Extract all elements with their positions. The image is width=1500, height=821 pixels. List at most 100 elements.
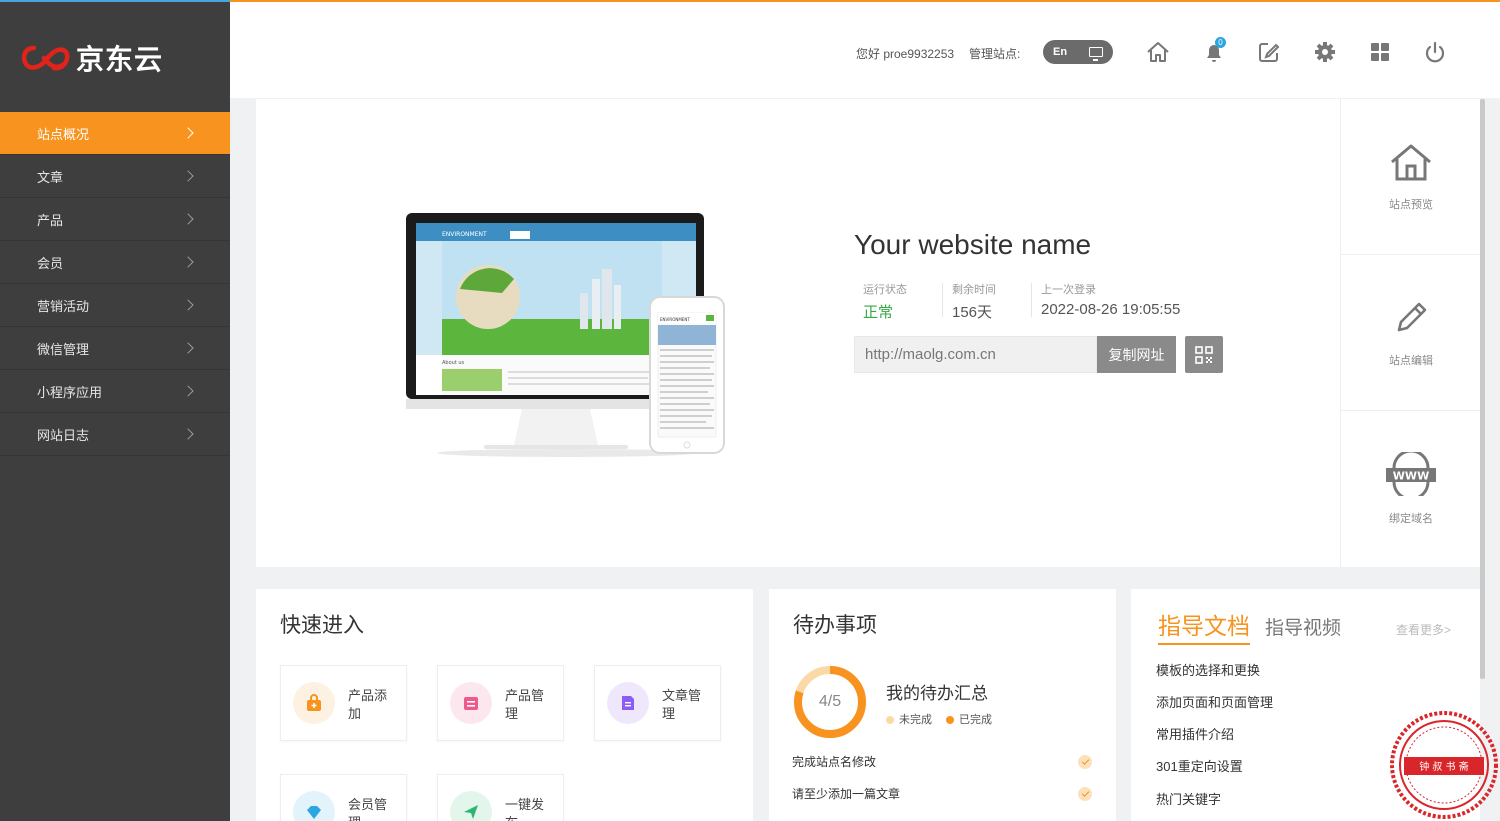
guide-doc-link[interactable]: 常用插件介绍 <box>1156 724 1234 743</box>
stat-label: 运行状态 <box>863 284 907 296</box>
quick-tile-add-product[interactable]: 产品添加 <box>280 665 407 741</box>
copy-url-button[interactable]: 复制网址 <box>1097 336 1176 373</box>
chevron-right-icon <box>182 299 194 311</box>
todo-summary-title: 我的待办汇总 <box>886 684 988 703</box>
grid-icon[interactable] <box>1367 39 1393 65</box>
device-mockup-image: ENVIRONMENT About us ENVIRONMENT <box>406 213 725 457</box>
chevron-right-icon <box>182 213 194 225</box>
notification-button[interactable]: 0 <box>1201 37 1227 65</box>
stat-divider <box>1031 283 1032 317</box>
chevron-right-icon <box>182 385 194 397</box>
legend-label: 未完成 <box>899 714 932 726</box>
sidebar-item-label: 站点概况 <box>37 126 90 142</box>
www-icon: WWW <box>1386 452 1436 496</box>
quick-tile-publish[interactable]: 一键发布 <box>437 774 564 821</box>
jdcloud-logo-icon <box>21 45 70 71</box>
sidebar-item-members[interactable]: 会员 <box>0 241 230 284</box>
sidebar-item-label: 网站日志 <box>37 427 90 443</box>
quick-tile-manage-member[interactable]: 会员管理 <box>280 774 407 821</box>
stat-divider <box>942 283 943 317</box>
check-icon <box>1078 786 1092 801</box>
site-name: Your website name <box>854 229 1092 260</box>
tab-guide-docs[interactable]: 指导文档 <box>1158 607 1250 645</box>
quick-entry-title: 快速进入 <box>280 614 364 637</box>
todo-task-item[interactable]: 请至少添加一篇文章 <box>792 785 1092 802</box>
monitor-brand: ENVIRONMENT <box>442 231 487 238</box>
guide-doc-link[interactable]: 模板的选择和更换 <box>1156 660 1260 679</box>
site-url-field[interactable]: http://maolg.com.cn <box>854 336 1097 373</box>
sidebar-nav: 站点概况 文章 产品 会员 营销活动 微信管理 小程序应用 网站日志 <box>0 112 230 456</box>
task-label: 请至少添加一篇文章 <box>792 787 901 801</box>
todo-title: 待办事项 <box>793 614 877 637</box>
power-icon[interactable] <box>1422 39 1448 65</box>
stat-status: 运行状态 正常 <box>863 281 907 322</box>
svg-text:WWW: WWW <box>1393 470 1429 483</box>
chevron-right-icon <box>182 256 194 268</box>
stat-last-login: 上一次登录 2022-08-26 19:05:55 <box>1041 281 1180 318</box>
guide-doc-link[interactable]: 热门关键字 <box>1156 789 1221 808</box>
stat-label: 上一次登录 <box>1041 284 1096 296</box>
guide-doc-link[interactable]: 301重定向设置 <box>1156 756 1243 775</box>
doc-icon <box>607 682 649 724</box>
tab-guide-videos[interactable]: 指导视频 <box>1265 613 1341 640</box>
sidebar: 京东云 站点概况 文章 产品 会员 营销活动 微信管理 小程序应用 网站日志 <box>0 0 230 821</box>
see-more-link[interactable]: 查看更多> <box>1396 621 1451 638</box>
house-icon <box>1391 144 1431 180</box>
site-actions-panel: 站点预览 站点编辑 WWW 绑定域名 <box>1340 99 1481 567</box>
quick-entry-card: 快速进入 产品添加 产品管理 文章管理 会员管理 一键发布 <box>256 589 753 821</box>
guide-doc-link[interactable]: 添加页面和页面管理 <box>1156 692 1273 711</box>
site-edit-label: 站点编辑 <box>1389 354 1433 367</box>
qrcode-button[interactable] <box>1185 336 1223 373</box>
page-scrollbar[interactable] <box>1480 99 1485 679</box>
notification-badge: 0 <box>1215 37 1226 48</box>
language-toggle[interactable]: En <box>1043 40 1113 64</box>
chevron-right-icon <box>182 127 194 139</box>
legend-label: 已完成 <box>959 714 992 726</box>
sidebar-item-label: 营销活动 <box>37 298 90 314</box>
site-overview-card: ENVIRONMENT About us ENVIRONMENT Your we… <box>256 99 1340 567</box>
sidebar-item-label: 微信管理 <box>37 341 90 357</box>
top-header: 您好 proe9932253 管理站点: En 0 <box>230 0 1500 98</box>
chevron-right-icon <box>182 428 194 440</box>
stat-value: 2022-08-26 19:05:55 <box>1041 301 1181 318</box>
sidebar-item-label: 文章 <box>37 169 64 185</box>
legend-dot <box>946 716 954 725</box>
stat-label: 剩余时间 <box>952 284 996 296</box>
task-label: 完成站点名修改 <box>792 755 877 769</box>
brand-logo[interactable]: 京东云 <box>20 38 163 78</box>
chevron-right-icon <box>182 342 194 354</box>
sidebar-item-label: 产品 <box>37 212 64 228</box>
sidebar-item-miniprogram[interactable]: 小程序应用 <box>0 370 230 413</box>
bag-icon <box>293 682 335 724</box>
sidebar-item-overview[interactable]: 站点概况 <box>0 112 230 155</box>
sidebar-item-articles[interactable]: 文章 <box>0 155 230 198</box>
bind-domain-button[interactable]: WWW 绑定域名 <box>1341 411 1481 567</box>
site-edit-button[interactable]: 站点编辑 <box>1341 255 1481 411</box>
stat-remaining: 剩余时间 156天 <box>952 281 996 322</box>
chevron-right-icon <box>182 170 194 182</box>
check-icon <box>1078 754 1092 769</box>
sidebar-item-label: 小程序应用 <box>37 384 103 400</box>
sidebar-item-products[interactable]: 产品 <box>0 198 230 241</box>
gear-icon[interactable] <box>1312 39 1338 65</box>
sidebar-item-logs[interactable]: 网站日志 <box>0 413 230 456</box>
home-icon[interactable] <box>1145 39 1171 65</box>
stat-value: 156天 <box>952 304 993 321</box>
seal-text: 钟 叔 书 斋 <box>1419 760 1469 773</box>
quick-tile-label: 文章管理 <box>662 688 702 721</box>
box-icon <box>450 682 492 724</box>
quick-tile-manage-product[interactable]: 产品管理 <box>437 665 564 741</box>
todo-card: 待办事项 4/5 我的待办汇总 未完成 已完成 完成站点名修改 请至少添加一篇文… <box>769 589 1116 821</box>
edit-icon[interactable] <box>1256 39 1282 65</box>
user-greeting: 您好 proe9932253 <box>856 47 955 61</box>
brand-name: 京东云 <box>76 43 164 76</box>
sidebar-item-wechat[interactable]: 微信管理 <box>0 327 230 370</box>
todo-task-item[interactable]: 完成站点名修改 <box>792 753 1092 770</box>
phone-brand: ENVIRONMENT <box>660 317 690 322</box>
quick-tile-manage-article[interactable]: 文章管理 <box>594 665 721 741</box>
sidebar-item-marketing[interactable]: 营销活动 <box>0 284 230 327</box>
qrcode-icon <box>1195 345 1213 364</box>
site-preview-button[interactable]: 站点预览 <box>1341 99 1481 255</box>
quick-tile-label: 会员管理 <box>348 797 388 821</box>
todo-progress-label: 4/5 <box>818 693 842 710</box>
